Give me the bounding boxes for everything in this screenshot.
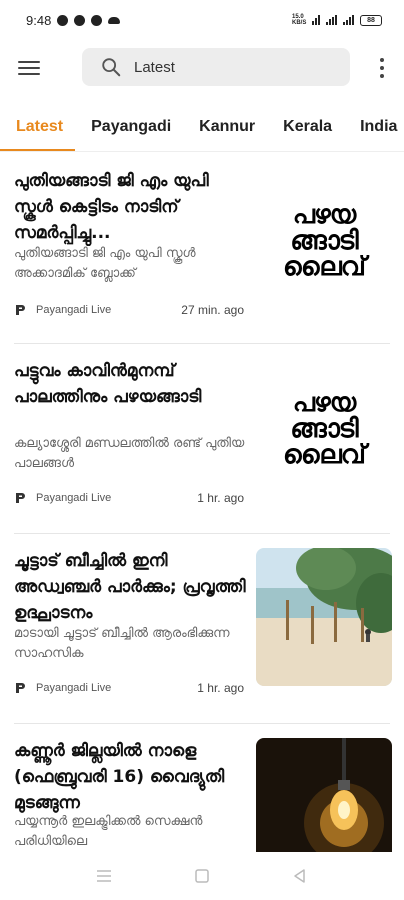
article-thumbnail	[256, 548, 392, 686]
news-card[interactable]: കണ്ണൂർ ജില്ലയിൽ നാളെ (ഫെബ്രുവരി 16) വൈദ്…	[0, 724, 404, 852]
cloud-icon	[108, 16, 121, 24]
article-meta: Payangadi Live 27 min. ago	[14, 302, 244, 318]
source-logo-icon	[16, 493, 25, 503]
system-nav-bar	[0, 852, 404, 900]
app-notification-icon	[91, 14, 103, 26]
article-time: 1 hr. ago	[197, 681, 244, 695]
home-icon[interactable]	[193, 867, 211, 885]
tab-kerala[interactable]: Kerala	[283, 106, 332, 151]
volte-signal-icon	[312, 15, 320, 25]
tab-india[interactable]: India	[360, 106, 397, 151]
recent-apps-icon[interactable]	[95, 867, 113, 885]
article-source: Payangadi Live	[36, 492, 112, 504]
category-tabs: Latest Payangadi Kannur Kerala India	[0, 106, 404, 152]
article-headline: പുതിയങ്ങാടി ജി എം യുപി സ്കൂൾ കെട്ടിടം നാ…	[14, 171, 209, 243]
source-logo-icon	[16, 683, 25, 693]
cell-signal-icon	[343, 15, 354, 25]
tab-kannur[interactable]: Kannur	[199, 106, 255, 151]
status-right: 15.0 KB/S 88	[292, 14, 382, 26]
article-thumbnail: പഴയ ങ്ങാടി ലൈവ്	[256, 360, 392, 498]
search-bar[interactable]: Latest	[82, 48, 350, 86]
battery-level: 88	[367, 16, 375, 24]
article-source: Payangadi Live	[36, 304, 112, 316]
app-toolbar: Latest	[0, 44, 404, 92]
logo-line: ലൈവ്	[283, 440, 366, 470]
whatsapp-icon	[57, 14, 69, 26]
article-source: Payangadi Live	[36, 682, 112, 694]
article-time: 27 min. ago	[181, 303, 244, 317]
tab-latest[interactable]: Latest	[0, 106, 76, 151]
source-logo-icon	[16, 305, 25, 315]
tab-payangadi[interactable]: Payangadi	[91, 106, 171, 151]
article-headline: ചൂട്ടാട് ബീച്ചിൽ ഇനി അഡ്വഞ്ചർ പാർക്കും; …	[14, 551, 246, 623]
logo-line: പഴയ	[292, 200, 356, 230]
article-snippet: മാടായി ചൂട്ടാട് ബീച്ചിൽ ആരംഭിക്കുന്ന സാഹ…	[14, 626, 230, 661]
article-headline: പട്ടുവം കാവിൻമുനമ്പ് പാലത്തിനും പഴയങ്ങാട…	[14, 361, 202, 407]
news-card[interactable]: പട്ടുവം കാവിൻമുനമ്പ് പാലത്തിനും പഴയങ്ങാട…	[0, 344, 404, 534]
article-snippet: പുതിയങ്ങാടി ജി എം യുപി സ്കൂൾ അക്കാദമിക് …	[14, 246, 196, 281]
logo-line: ങ്ങാടി	[290, 226, 358, 256]
bulb-photo	[256, 738, 392, 852]
news-card[interactable]: പുതിയങ്ങാടി ജി എം യുപി സ്കൂൾ കെട്ടിടം നാ…	[0, 152, 404, 344]
logo-line: പഴയ	[292, 388, 356, 418]
beach-photo	[256, 548, 392, 686]
status-time: 9:48	[26, 12, 52, 28]
article-snippet: കല്യാശ്ശേരി മണ്ഡലത്തിൽ രണ്ട് പുതിയ പാലങ്…	[14, 436, 245, 471]
article-meta: Payangadi Live 1 hr. ago	[14, 490, 244, 506]
status-left: 9:48	[26, 12, 121, 28]
wifi-signal-icon	[326, 15, 337, 25]
status-bar: 9:48 15.0 KB/S 88	[0, 0, 404, 40]
search-text: Latest	[134, 58, 175, 76]
article-headline: കണ്ണൂർ ജില്ലയിൽ നാളെ (ഫെബ്രുവരി 16) വൈദ്…	[14, 741, 225, 813]
news-card[interactable]: ചൂട്ടാട് ബീച്ചിൽ ഇനി അഡ്വഞ്ചർ പാർക്കും; …	[0, 534, 404, 724]
article-meta: Payangadi Live 1 hr. ago	[14, 680, 244, 696]
article-thumbnail	[256, 738, 392, 852]
news-feed: പുതിയങ്ങാടി ജി എം യുപി സ്കൂൾ കെട്ടിടം നാ…	[0, 152, 404, 852]
battery-icon: 88	[360, 14, 382, 26]
more-options-icon[interactable]	[378, 58, 386, 78]
logo-line: ലൈവ്	[283, 252, 366, 282]
back-icon[interactable]	[291, 867, 309, 885]
notification-icon	[74, 14, 86, 26]
article-thumbnail: പഴയ ങ്ങാടി ലൈവ്	[256, 172, 392, 310]
search-icon	[102, 58, 121, 77]
network-speed: 15.0 KB/S	[292, 14, 307, 26]
article-time: 1 hr. ago	[197, 491, 244, 505]
logo-line: ങ്ങാടി	[290, 414, 358, 444]
article-snippet: പയ്യന്നൂർ ഇലക്ട്രിക്കൽ സെക്ഷൻ പരിധിയിലെ	[14, 814, 203, 849]
menu-icon[interactable]	[18, 56, 46, 80]
